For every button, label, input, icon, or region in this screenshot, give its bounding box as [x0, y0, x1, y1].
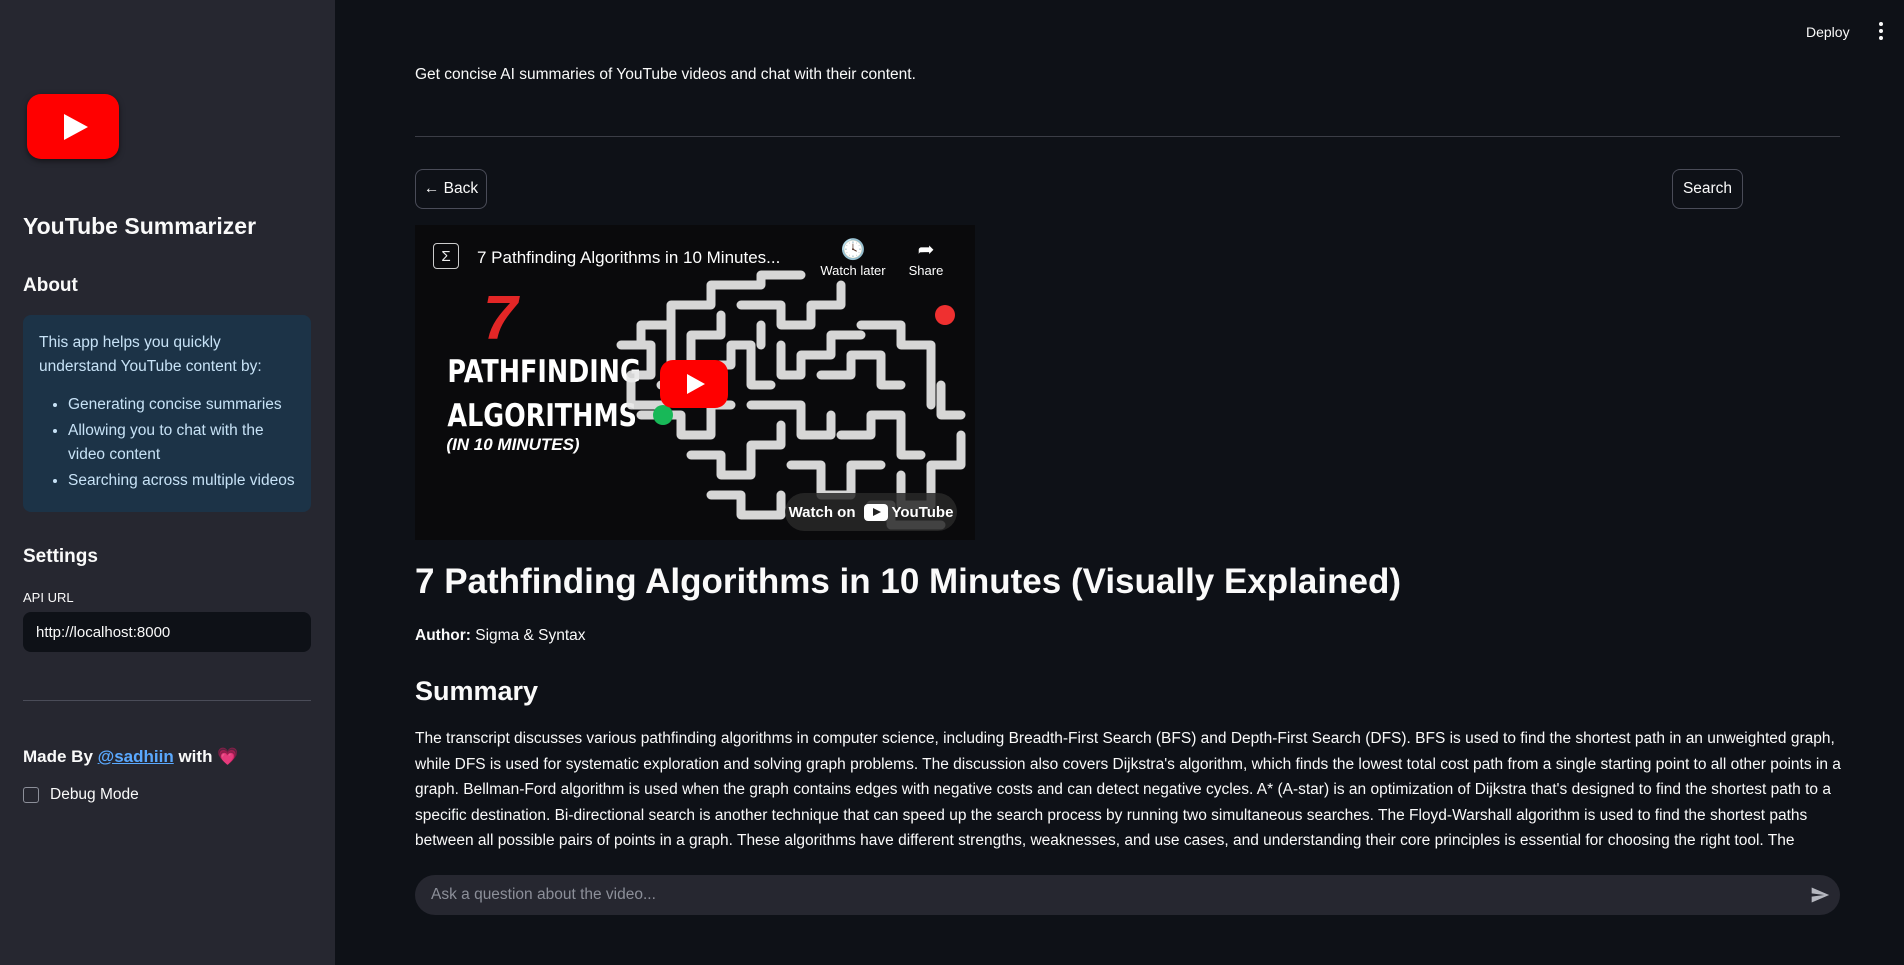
api-url-label: API URL — [23, 590, 74, 605]
thumb-heading: PATHFINDING ALGORITHMS — [447, 350, 641, 438]
made-by-credit: Made By @sadhiin with 💗 — [23, 747, 238, 767]
chat-input-container — [415, 875, 1840, 915]
back-button[interactable]: ← Back — [415, 169, 487, 209]
youtube-mini-icon — [863, 503, 888, 521]
about-list: Generating concise summaries Allowing yo… — [39, 393, 295, 493]
video-title: 7 Pathfinding Algorithms in 10 Minutes (… — [415, 562, 1401, 601]
thumb-subheading: (IN 10 MINUTES) — [446, 435, 580, 454]
play-button[interactable] — [660, 360, 728, 408]
about-intro: This app helps you quickly understand Yo… — [39, 334, 262, 375]
search-button[interactable]: Search — [1672, 169, 1743, 209]
debug-mode-label: Debug Mode — [50, 786, 139, 803]
summary-heading: Summary — [415, 676, 539, 706]
heart-icon: 💗 — [217, 747, 239, 766]
list-item: Allowing you to chat with the video cont… — [68, 419, 295, 467]
clock-icon: 🕓 — [840, 239, 866, 261]
youtube-logo-icon — [27, 94, 119, 159]
youtube-wordmark: YouTube — [891, 503, 954, 521]
sidebar: YouTube Summarizer About This app helps … — [0, 0, 335, 965]
list-item: Searching across multiple videos — [68, 469, 295, 493]
thumb-line-1: PATHFINDING — [447, 354, 641, 390]
channel-sigma-icon[interactable]: Σ — [433, 243, 459, 269]
app-tagline: Get concise AI summaries of YouTube vide… — [415, 66, 916, 83]
made-by-suffix: with — [173, 747, 218, 766]
main-menu-icon[interactable] — [1876, 22, 1886, 42]
share-arrow-icon: ➦ — [917, 239, 935, 261]
send-icon[interactable] — [1810, 885, 1830, 905]
author-value: Sigma & Syntax — [475, 627, 586, 644]
watch-on-youtube-button[interactable]: Watch on YouTube — [785, 493, 957, 531]
api-url-input[interactable] — [23, 612, 311, 652]
debug-mode-toggle[interactable]: Debug Mode — [23, 786, 139, 804]
author-line: Author: Sigma & Syntax — [415, 627, 586, 645]
summary-text: The transcript discusses various pathfin… — [415, 730, 1841, 849]
about-info-box: This app helps you quickly understand Yo… — [23, 315, 311, 512]
thumb-number: 7 — [483, 284, 518, 353]
chat-input[interactable] — [415, 875, 1785, 915]
watch-on-label: Watch on — [788, 503, 856, 521]
about-heading: About — [23, 275, 78, 296]
app-title: YouTube Summarizer — [23, 213, 257, 239]
made-by-prefix: Made By — [23, 747, 98, 766]
main-divider — [415, 136, 1840, 137]
deploy-button[interactable]: Deploy — [1806, 24, 1850, 40]
sidebar-divider — [23, 700, 311, 701]
author-label: Author: — [415, 627, 471, 644]
settings-heading: Settings — [23, 546, 98, 567]
author-link[interactable]: @sadhiin — [98, 747, 174, 766]
list-item: Generating concise summaries — [68, 393, 295, 417]
video-embed[interactable]: Σ 7 Pathfinding Algorithms in 10 Minutes… — [415, 225, 975, 540]
debug-mode-checkbox[interactable] — [23, 787, 39, 803]
thumb-line-2: ALGORITHMS — [447, 398, 637, 434]
